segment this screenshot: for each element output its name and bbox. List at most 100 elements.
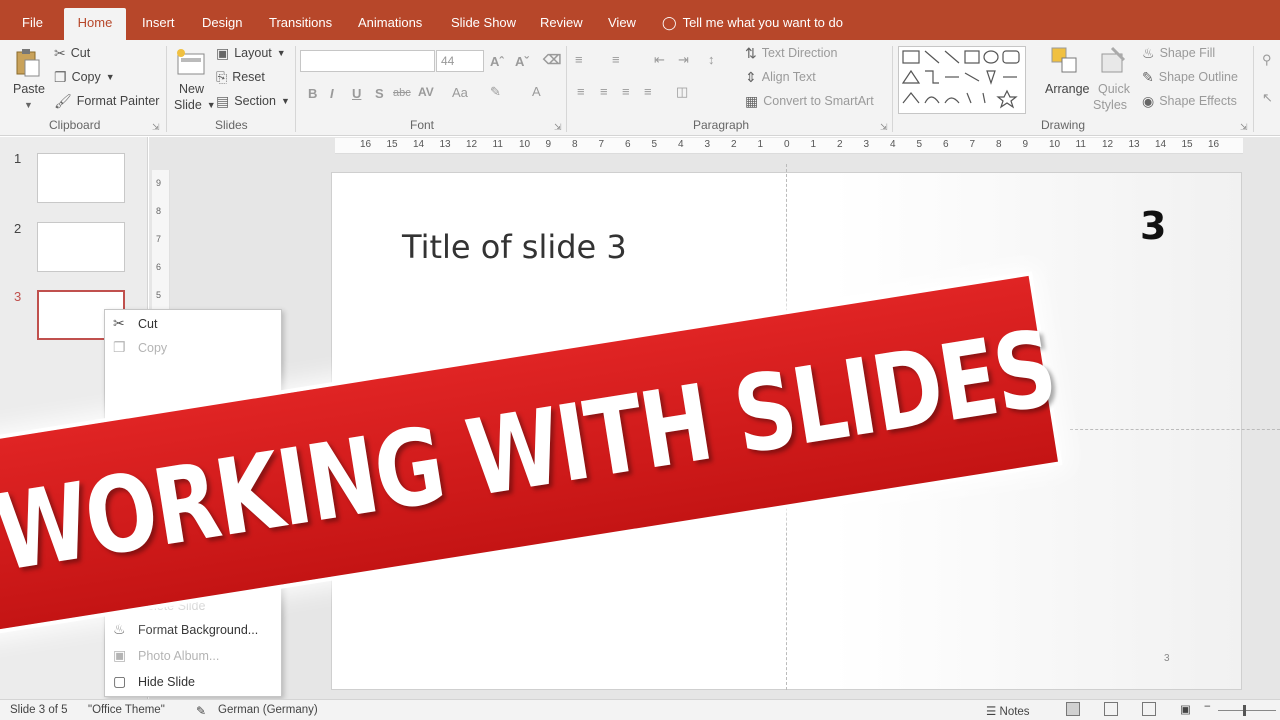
- shapes-gallery[interactable]: [898, 46, 1026, 114]
- dialog-launcher-icon[interactable]: ⇲: [554, 122, 562, 133]
- shape-effects-label: Shape Effects: [1159, 94, 1237, 108]
- ruler-tick-label: 16: [1208, 139, 1220, 150]
- menu-item-format-background[interactable]: ♨ Format Background...: [105, 618, 283, 642]
- ruler-tick-label: 12: [466, 139, 478, 150]
- tab-review[interactable]: Review: [530, 8, 593, 40]
- notes-button[interactable]: ☰ Notes: [986, 704, 1030, 718]
- cut-button[interactable]: ✂ Cut: [54, 46, 90, 60]
- select-arrow-icon[interactable]: ↖: [1262, 90, 1273, 106]
- tab-animations[interactable]: Animations: [348, 8, 432, 40]
- new-slide-dropdown[interactable]: Slide ▼: [174, 98, 216, 112]
- reset-button[interactable]: ⎘ Reset: [216, 70, 265, 84]
- menu-item-photo-album[interactable]: ▣ Photo Album...: [105, 644, 283, 668]
- spellcheck-icon[interactable]: ✎: [196, 704, 206, 718]
- tab-design[interactable]: Design: [192, 8, 252, 40]
- menu-item-cut[interactable]: ✂ Cut: [105, 312, 283, 336]
- ruler-tick-label: 8: [996, 139, 1002, 150]
- slide-sorter-icon[interactable]: [1104, 702, 1118, 716]
- arrange-button[interactable]: Arrange: [1045, 82, 1089, 96]
- slide-title[interactable]: Title of slide 3: [402, 228, 627, 266]
- convert-smartart-button[interactable]: ▦ Convert to SmartArt: [745, 94, 874, 108]
- change-case-icon[interactable]: Aa: [452, 85, 468, 100]
- quick-styles-button[interactable]: Quick: [1098, 82, 1130, 96]
- tab-slide-show[interactable]: Slide Show: [441, 8, 526, 40]
- strikethrough-icon[interactable]: abc: [393, 87, 411, 99]
- font-size-combo[interactable]: 44: [436, 50, 484, 72]
- align-right-icon[interactable]: ≡: [622, 84, 630, 99]
- align-left-icon[interactable]: ≡: [577, 84, 585, 99]
- shadow-icon[interactable]: S: [375, 86, 384, 101]
- reset-icon: ⎘: [216, 69, 228, 85]
- highlight-icon[interactable]: ✎: [490, 84, 501, 100]
- ruler-tick-label: 12: [1102, 139, 1114, 150]
- tab-insert[interactable]: Insert: [132, 8, 185, 40]
- line-spacing-icon[interactable]: ↕: [708, 52, 715, 67]
- grow-font-icon[interactable]: Aˆ: [490, 54, 504, 69]
- copy-button[interactable]: ❐ Copy ▼: [54, 70, 115, 84]
- tell-me-box[interactable]: ◯ Tell me what you want to do: [662, 8, 843, 38]
- quick-styles-dropdown[interactable]: Styles: [1093, 98, 1127, 112]
- text-direction-button[interactable]: ⇅ Text Direction: [745, 46, 837, 60]
- ribbon-tab-bar: File Home Insert Design Transitions Anim…: [0, 0, 1280, 40]
- slides-group-label: Slides: [215, 118, 248, 132]
- text-direction-label: Text Direction: [761, 46, 838, 60]
- section-button[interactable]: ▤ Section ▼: [216, 94, 290, 108]
- justify-icon[interactable]: ≡: [644, 84, 652, 99]
- paragraph-group-label: Paragraph: [693, 118, 750, 132]
- slide-thumbnail-1[interactable]: [37, 153, 125, 203]
- chevron-down-icon[interactable]: ▼: [24, 98, 33, 112]
- bullets-icon[interactable]: ≡: [575, 52, 583, 67]
- tab-home[interactable]: Home: [64, 8, 126, 40]
- reset-label: Reset: [232, 70, 265, 84]
- clear-formatting-icon[interactable]: ⌫: [543, 52, 561, 68]
- increase-indent-icon[interactable]: ⇥: [678, 52, 689, 68]
- ruler-tick-label: 4: [890, 139, 896, 150]
- find-icon[interactable]: ⚲: [1262, 52, 1272, 68]
- bold-icon[interactable]: B: [308, 86, 317, 101]
- tab-file[interactable]: File: [12, 8, 53, 40]
- menu-item-hide-slide[interactable]: ▢ Hide Slide: [105, 670, 283, 694]
- slide-show-icon[interactable]: ▣: [1180, 702, 1191, 716]
- ruler-tick-label: 7: [598, 139, 605, 150]
- reading-view-icon[interactable]: [1142, 702, 1156, 716]
- ruler-tick-label: 7: [156, 234, 162, 244]
- decrease-indent-icon[interactable]: ⇤: [654, 52, 665, 68]
- convert-smartart-label: Convert to SmartArt: [763, 94, 874, 108]
- language-status[interactable]: German (Germany): [218, 704, 318, 716]
- dialog-launcher-icon[interactable]: ⇲: [880, 122, 888, 133]
- paste-button[interactable]: Paste: [13, 82, 45, 96]
- zoom-slider-handle[interactable]: [1243, 705, 1246, 716]
- format-painter-button[interactable]: 🖌 Format Painter: [54, 94, 159, 108]
- zoom-out-icon[interactable]: −: [1204, 701, 1211, 713]
- layout-button[interactable]: ▣ Layout ▼: [216, 46, 286, 60]
- italic-icon[interactable]: I: [330, 86, 334, 101]
- columns-icon[interactable]: ◫: [676, 84, 688, 100]
- character-spacing-icon[interactable]: AV: [418, 85, 434, 99]
- hide-slide-icon: ▢: [113, 673, 127, 689]
- horizontal-ruler: 16 15 14 13 12 11 10 9 8 7 6 5 4 3 2 1 0 1 2 3 4 5 6 7 8 9 10 11 12 1…: [335, 138, 1243, 154]
- slide-number-large: 3: [1140, 204, 1167, 248]
- font-name-combo[interactable]: [300, 50, 435, 72]
- tab-transitions[interactable]: Transitions: [259, 8, 342, 40]
- font-color-icon[interactable]: A: [532, 84, 541, 99]
- shrink-font-icon[interactable]: Aˇ: [515, 54, 529, 69]
- align-text-button[interactable]: ⇕ Align Text: [745, 70, 816, 84]
- dialog-launcher-icon[interactable]: ⇲: [1240, 122, 1248, 133]
- dialog-launcher-icon[interactable]: ⇲: [152, 122, 160, 133]
- tab-view[interactable]: View: [598, 8, 646, 40]
- numbering-icon[interactable]: ≡: [612, 52, 620, 67]
- underline-icon[interactable]: U: [352, 86, 361, 101]
- align-center-icon[interactable]: ≡: [600, 84, 608, 99]
- zoom-slider[interactable]: [1218, 710, 1276, 711]
- new-slide-button[interactable]: New: [179, 82, 204, 96]
- ribbon: Paste ▼ ✂ Cut ❐ Copy ▼ 🖌 Format Painter Clip…: [0, 40, 1280, 136]
- shape-fill-button[interactable]: ♨ Shape Fill: [1142, 46, 1215, 60]
- normal-view-icon[interactable]: [1066, 702, 1080, 716]
- drawing-group-label: Drawing: [1041, 118, 1086, 132]
- slide-thumbnail-2[interactable]: [37, 222, 125, 272]
- new-slide-label-2: Slide: [174, 98, 202, 112]
- shape-outline-button[interactable]: ✎ Shape Outline: [1142, 70, 1238, 84]
- menu-item-copy[interactable]: ❐ Copy: [105, 336, 283, 360]
- shape-effects-button[interactable]: ◉ Shape Effects: [1142, 94, 1237, 108]
- copy-icon: ❐: [54, 69, 67, 85]
